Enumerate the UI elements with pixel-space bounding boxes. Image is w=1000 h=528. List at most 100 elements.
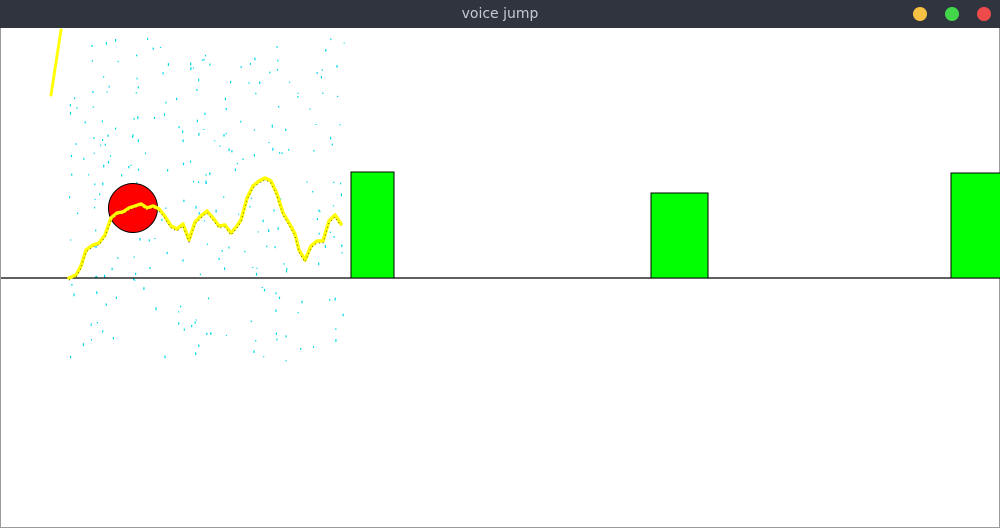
voice-particle — [337, 95, 339, 97]
voice-particle — [70, 154, 73, 158]
voice-particle — [152, 47, 154, 50]
voice-particle — [149, 267, 151, 270]
voice-particle — [180, 305, 182, 308]
voice-particle — [87, 174, 90, 176]
voice-particle — [268, 142, 270, 144]
voice-particle — [196, 88, 198, 91]
voice-particle — [316, 218, 318, 221]
voice-particle — [281, 152, 283, 154]
voice-particle — [297, 96, 299, 98]
close-button[interactable] — [977, 7, 991, 21]
voice-particle — [230, 80, 232, 84]
voice-particle — [182, 130, 184, 133]
voice-particle — [70, 239, 72, 241]
voice-particle — [231, 150, 233, 153]
voice-particle — [301, 300, 303, 304]
voice-particle — [71, 173, 73, 176]
voice-particle — [154, 238, 156, 240]
voice-particle — [297, 92, 299, 94]
voice-particle — [103, 164, 105, 168]
voice-particle — [178, 311, 180, 313]
voice-particle — [329, 298, 331, 301]
voice-particle — [236, 162, 238, 165]
voice-particle — [134, 279, 136, 281]
maximize-button[interactable] — [945, 7, 959, 21]
voice-particle — [250, 197, 252, 199]
voice-particle — [182, 162, 185, 166]
voice-particle — [133, 256, 135, 258]
voice-particle — [93, 206, 96, 209]
voice-particle — [136, 54, 138, 57]
voice-particle — [309, 108, 311, 110]
obstacle-3 — [950, 172, 1000, 279]
voice-particle — [133, 118, 135, 120]
voice-particle — [225, 334, 227, 336]
voice-particle — [253, 154, 255, 157]
voice-particle — [130, 164, 132, 166]
voice-particle — [167, 169, 169, 172]
voice-particle — [316, 72, 318, 74]
voice-particle — [205, 182, 207, 185]
voice-particle — [279, 152, 281, 154]
voice-particle — [206, 243, 209, 245]
voice-particle — [261, 286, 263, 289]
voice-particle — [201, 59, 203, 61]
voice-particle — [224, 97, 226, 101]
voice-particle — [203, 220, 206, 222]
voice-particle — [199, 273, 201, 276]
voice-particle — [94, 183, 96, 186]
voice-particle — [115, 296, 117, 299]
voice-particle — [115, 39, 117, 42]
voice-particle — [198, 212, 200, 215]
voice-particle — [275, 332, 277, 335]
voice-particle — [94, 198, 96, 200]
voice-particle — [190, 67, 192, 71]
voice-particle — [167, 63, 169, 66]
voice-particle — [91, 60, 93, 62]
voice-particle — [147, 38, 149, 40]
voice-particle — [250, 320, 252, 323]
game-canvas[interactable] — [0, 28, 1000, 528]
voice-particle — [104, 274, 106, 278]
voice-particle — [111, 267, 113, 271]
voice-particle — [178, 126, 180, 129]
voice-particle — [333, 236, 335, 238]
voice-particle — [137, 86, 139, 89]
voice-particle — [219, 145, 221, 147]
voice-particle — [274, 246, 276, 249]
voice-particle — [136, 77, 138, 80]
voice-particle — [249, 62, 251, 65]
voice-particle — [330, 38, 332, 41]
voice-particle — [178, 322, 180, 325]
voice-particle — [318, 262, 320, 266]
voice-particle — [329, 231, 332, 233]
voice-particle — [341, 252, 343, 254]
voice-particle — [343, 42, 345, 44]
voice-particle — [164, 355, 166, 359]
voice-particle — [137, 168, 140, 171]
voice-particle — [92, 106, 94, 108]
voice-particle — [144, 152, 147, 155]
voice-particle — [204, 112, 206, 115]
voice-particle — [285, 335, 287, 338]
voice-particle — [283, 263, 285, 265]
voice-particle — [192, 67, 195, 69]
voice-particle — [223, 196, 225, 198]
voice-particle — [91, 44, 93, 47]
voice-particle — [331, 143, 333, 146]
voice-particle — [237, 213, 240, 215]
voice-particle — [133, 278, 135, 281]
voice-particle — [225, 108, 227, 111]
voice-particle — [204, 54, 207, 57]
voice-particle — [105, 42, 107, 45]
voice-particle — [334, 297, 336, 301]
voice-particle — [165, 207, 167, 209]
voice-particle — [182, 139, 184, 143]
voice-particle — [324, 245, 326, 248]
minimize-button[interactable] — [913, 7, 927, 21]
voice-particle — [253, 129, 255, 131]
voice-particle — [102, 139, 104, 141]
voice-particle — [198, 78, 200, 82]
voice-particle — [333, 181, 335, 184]
title-bar[interactable]: voice jump — [0, 0, 1000, 29]
